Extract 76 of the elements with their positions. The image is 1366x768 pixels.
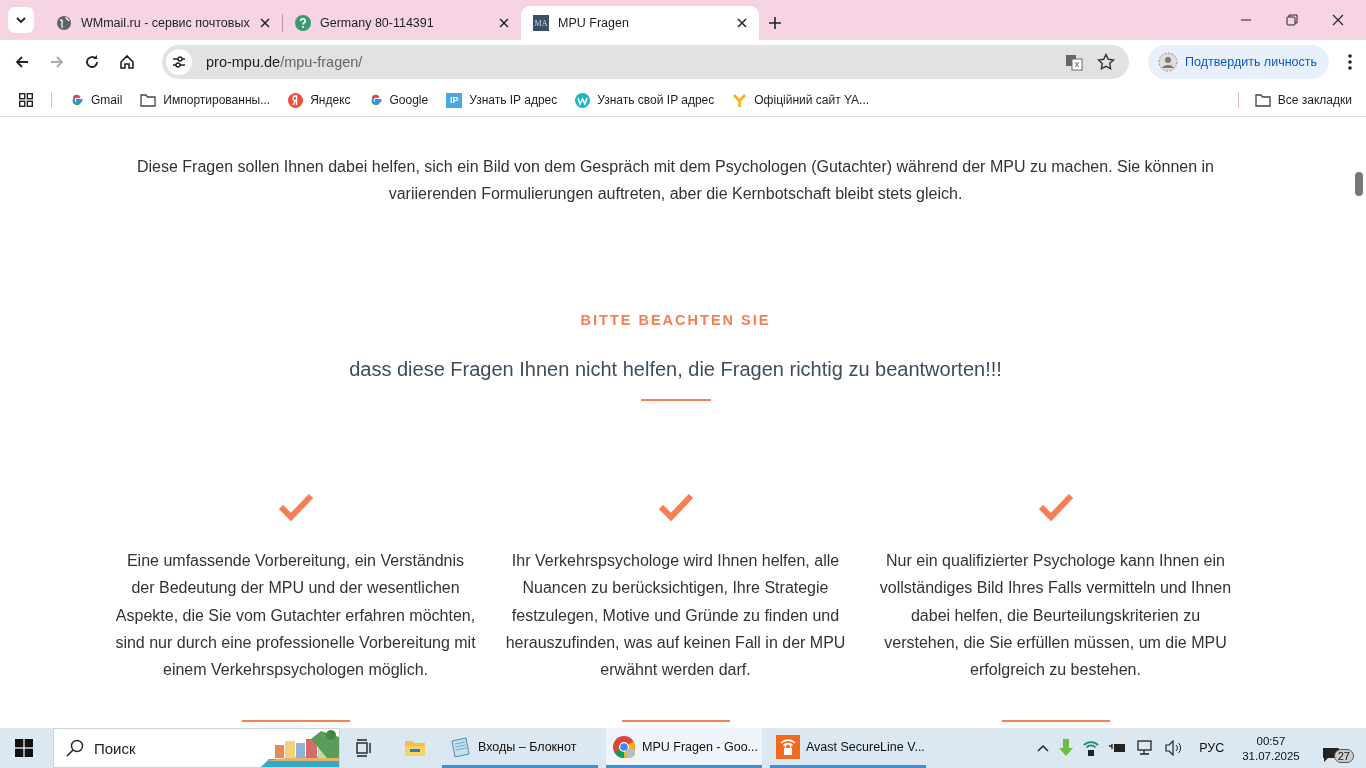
intro-paragraph: Diese Fragen sollen Ihnen dabei helfen, sich ein Bild von dem Gespräch mit dem Psychologen (Gutachter) während der MPU zu machen. Sie können in variierenden Formulierungen auftreten, aber die Kernbotschaft bleibt stets gleich. bbox=[136, 157, 1215, 204]
notifications-button[interactable]: 27 bbox=[1321, 733, 1354, 763]
bookmark-item[interactable]: Google bbox=[368, 93, 429, 107]
bookmark-item[interactable]: Gmail bbox=[70, 93, 123, 107]
taskbar-app-button[interactable]: MPU Fragen - Goo... bbox=[606, 728, 762, 768]
notepad-icon bbox=[448, 734, 472, 759]
column-text: Ihr Verkehrspsychologe wird Ihnen helfen, alle Nuancen zu berücksichtigen, Ihre Strategie festzulegen, Motive und Gründe zu finden und herauszufinden, was auf keinen Fall in der MPU erwähnt werden darf. bbox=[504, 551, 847, 681]
browser-tab[interactable]: WMmail.ru - сервис почтовых bbox=[44, 6, 282, 40]
close-icon[interactable] bbox=[1332, 14, 1344, 26]
browser-tab[interactable]: MA MPU Fragen bbox=[521, 6, 759, 40]
tune-icon bbox=[172, 56, 186, 68]
chevron-down-icon bbox=[15, 16, 27, 24]
close-icon[interactable] bbox=[499, 18, 509, 28]
fork-icon bbox=[732, 92, 748, 108]
speaker-icon[interactable] bbox=[1165, 740, 1184, 756]
question-icon bbox=[295, 15, 311, 31]
yandex-icon bbox=[288, 92, 304, 108]
star-icon[interactable] bbox=[1097, 53, 1116, 71]
w-logo-icon bbox=[575, 92, 591, 108]
column-text: Nur ein qualifizierter Psychologe kann Ihnen ein vollständiges Bild Ihres Falls vermitteln und Ihnen dabei helfen, die Beurteilungskriterien zu verstehen, die Sie erfüllen müssen, um die MPU erfolgreich zu bestehen. bbox=[878, 551, 1233, 681]
bookmark-item[interactable]: IP Узнать IP адрес bbox=[446, 92, 558, 108]
new-tab-icon[interactable] bbox=[769, 17, 781, 29]
chevron-up-icon[interactable] bbox=[1037, 744, 1050, 752]
taskbar-search-bar[interactable]: Поиск bbox=[53, 728, 340, 768]
checkmark-icon bbox=[657, 493, 694, 521]
close-icon[interactable] bbox=[260, 18, 270, 28]
back-icon[interactable] bbox=[14, 54, 30, 70]
tab-title: WMmail.ru - сервис почтовых bbox=[81, 16, 251, 30]
google-g-icon bbox=[70, 93, 84, 107]
taskbar-app-button[interactable]: Входы – Блокнот bbox=[442, 728, 598, 768]
scrollbar-thumb[interactable] bbox=[1354, 172, 1363, 196]
search-input[interactable]: Поиск bbox=[92, 738, 246, 758]
tab-title: Germany 80-114391 bbox=[320, 16, 435, 30]
folder-icon bbox=[1254, 93, 1271, 107]
battery-plug-icon[interactable] bbox=[1109, 741, 1128, 755]
translate-icon[interactable] bbox=[1065, 53, 1084, 71]
notification-count: 27 bbox=[1333, 749, 1354, 763]
file-explorer-icon[interactable] bbox=[404, 738, 426, 758]
windows-start-icon[interactable] bbox=[15, 739, 33, 757]
bookmark-item[interactable]: Яндекс bbox=[288, 92, 351, 108]
address-bar[interactable]: pro-mpu.de/mpu-fragen/ bbox=[162, 45, 1130, 79]
task-view-icon[interactable] bbox=[354, 738, 374, 758]
bookmark-item[interactable]: Узнать свой IP адрес bbox=[575, 92, 715, 108]
tab-title: MPU Fragen bbox=[558, 16, 630, 30]
apps-icon[interactable] bbox=[19, 93, 33, 107]
bookmark-item[interactable]: Офіційний сайт YA... bbox=[732, 92, 870, 108]
tab-search-button[interactable] bbox=[8, 7, 34, 33]
profile-button[interactable]: Подтвердить личность bbox=[1148, 45, 1329, 79]
site-favicon: MA bbox=[533, 15, 549, 31]
url-text: pro-mpu.de/mpu-fragen/ bbox=[206, 54, 364, 70]
search-icon bbox=[66, 739, 84, 757]
bookmark-item[interactable]: Импортированны... bbox=[140, 93, 271, 107]
folder-icon bbox=[140, 93, 157, 107]
all-bookmarks-item[interactable]: Все закладки bbox=[1254, 93, 1352, 107]
ip-icon: IP bbox=[446, 92, 463, 108]
section-heading: BITTE BEACHTEN SIE bbox=[580, 312, 771, 328]
browser-tab[interactable]: Germany 80-114391 bbox=[283, 6, 521, 40]
wifi-lock-icon[interactable] bbox=[1083, 739, 1100, 757]
language-indicator[interactable]: РУС bbox=[1199, 741, 1225, 755]
globe-icon bbox=[56, 15, 72, 31]
taskbar-app-button[interactable]: Avast SecureLine V... bbox=[770, 728, 926, 768]
site-info-button[interactable] bbox=[166, 49, 192, 75]
avast-lock-icon bbox=[776, 734, 800, 759]
reload-icon[interactable] bbox=[84, 54, 100, 70]
restore-icon[interactable] bbox=[1286, 14, 1298, 26]
close-icon[interactable] bbox=[737, 18, 747, 28]
menu-icon[interactable] bbox=[1348, 54, 1352, 70]
accent-divider bbox=[640, 399, 711, 401]
chrome-icon bbox=[612, 734, 636, 759]
home-icon[interactable] bbox=[119, 54, 135, 70]
avatar-icon bbox=[1158, 52, 1179, 72]
checkmark-icon bbox=[277, 493, 314, 521]
checkmark-icon bbox=[1037, 493, 1074, 521]
clock[interactable]: 00:57 31.07.2025 bbox=[1242, 734, 1300, 762]
column-text: Eine umfassende Vorbereitung, ein Verständnis der Bedeutung der MPU und der wesentlichen Aspekte, die Sie vom Gutachter erfahren möchten, sind nur durch eine professionelle Vorbereitung mit einem Verkehrspsychologen möglich. bbox=[114, 551, 477, 681]
section-subtitle: dass diese Fragen Ihnen nicht helfen, die Fragen richtig zu beantworten!!! bbox=[349, 358, 1002, 381]
